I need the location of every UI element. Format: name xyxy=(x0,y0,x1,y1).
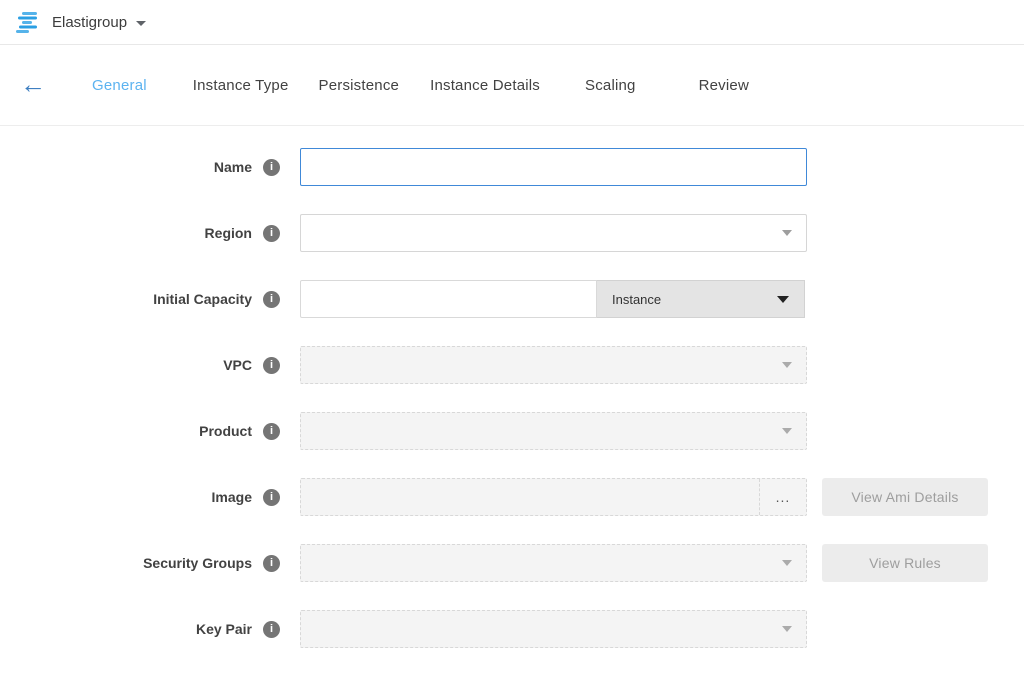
initial-capacity-label: Initial Capacity xyxy=(153,291,252,307)
product-label-col: Product xyxy=(0,423,300,440)
key-pair-label-col: Key Pair xyxy=(0,621,300,638)
vpc-field-col xyxy=(300,346,807,384)
info-icon[interactable] xyxy=(263,291,280,308)
app-bar: Elastigroup xyxy=(0,0,1024,45)
info-icon[interactable] xyxy=(263,357,280,374)
product-label: Product xyxy=(199,423,252,439)
security-groups-label: Security Groups xyxy=(143,555,252,571)
security-groups-select xyxy=(300,544,807,582)
vpc-select xyxy=(300,346,807,384)
tab-scaling[interactable]: Scaling xyxy=(585,77,636,94)
region-label: Region xyxy=(205,225,252,241)
image-field-col: ... xyxy=(300,478,807,516)
name-label-col: Name xyxy=(0,159,300,176)
image-input: ... xyxy=(300,478,807,516)
image-label-col: Image xyxy=(0,489,300,506)
vpc-label-col: VPC xyxy=(0,357,300,374)
initial-capacity-input[interactable] xyxy=(300,280,597,318)
initial-capacity-field-col: Instance xyxy=(300,280,807,318)
security-groups-field-col xyxy=(300,544,807,582)
tab-persistence[interactable]: Persistence xyxy=(319,77,400,94)
chevron-down-icon xyxy=(782,428,792,434)
chevron-down-icon xyxy=(782,230,792,236)
region-label-col: Region xyxy=(0,225,300,242)
info-icon[interactable] xyxy=(263,621,280,638)
chevron-down-icon xyxy=(782,560,792,566)
chevron-down-icon xyxy=(782,362,792,368)
tab-general[interactable]: General xyxy=(92,77,147,94)
back-arrow-icon[interactable]: ← xyxy=(20,71,48,97)
vpc-row: VPC xyxy=(0,346,1024,384)
vpc-label: VPC xyxy=(223,357,252,373)
region-field-col xyxy=(300,214,807,252)
capacity-unit-select[interactable]: Instance xyxy=(597,280,805,318)
name-input[interactable] xyxy=(300,148,807,186)
info-icon[interactable] xyxy=(263,225,280,242)
region-row: Region xyxy=(0,214,1024,252)
product-field-col xyxy=(300,412,807,450)
region-select[interactable] xyxy=(300,214,807,252)
tab-instance-type[interactable]: Instance Type xyxy=(193,77,289,94)
security-groups-label-col: Security Groups xyxy=(0,555,300,572)
view-rules-button[interactable]: View Rules xyxy=(822,544,988,582)
wizard-tabs: General Instance Type Persistence Instan… xyxy=(92,77,749,94)
app-name: Elastigroup xyxy=(52,14,127,31)
info-icon[interactable] xyxy=(263,555,280,572)
info-icon[interactable] xyxy=(263,489,280,506)
security-groups-row: Security Groups View Rules xyxy=(0,544,1024,582)
general-settings-form: Name Region Initial Capacity Instanc xyxy=(0,126,1024,648)
name-field-col xyxy=(300,148,807,186)
key-pair-label: Key Pair xyxy=(196,621,252,637)
chevron-down-icon xyxy=(777,296,789,303)
tab-review[interactable]: Review xyxy=(699,77,749,94)
image-input-value xyxy=(301,479,759,515)
chevron-down-icon xyxy=(136,21,146,26)
name-label: Name xyxy=(214,159,252,175)
capacity-unit-value: Instance xyxy=(612,292,661,307)
info-icon[interactable] xyxy=(263,423,280,440)
image-browse-button[interactable]: ... xyxy=(759,479,806,515)
view-ami-details-button[interactable]: View Ami Details xyxy=(822,478,988,516)
elastigroup-logo-icon xyxy=(16,11,42,33)
product-row: Product xyxy=(0,412,1024,450)
tab-instance-details[interactable]: Instance Details xyxy=(430,77,540,94)
name-row: Name xyxy=(0,148,1024,186)
image-label: Image xyxy=(212,489,252,505)
key-pair-select xyxy=(300,610,807,648)
info-icon[interactable] xyxy=(263,159,280,176)
key-pair-row: Key Pair xyxy=(0,610,1024,648)
chevron-down-icon xyxy=(782,626,792,632)
key-pair-field-col xyxy=(300,610,807,648)
wizard-tab-bar: ← General Instance Type Persistence Inst… xyxy=(0,45,1024,126)
image-row: Image ... View Ami Details xyxy=(0,478,1024,516)
initial-capacity-label-col: Initial Capacity xyxy=(0,291,300,308)
app-switcher-menu[interactable]: Elastigroup xyxy=(16,11,146,33)
initial-capacity-row: Initial Capacity Instance xyxy=(0,280,1024,318)
product-select xyxy=(300,412,807,450)
